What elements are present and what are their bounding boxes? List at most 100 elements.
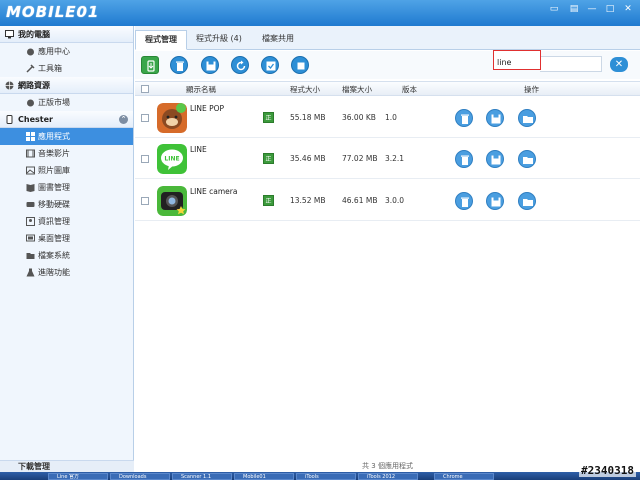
backup-button[interactable] [201,56,219,74]
search-input[interactable] [497,56,597,68]
menu-icon[interactable]: ▤ [566,2,582,16]
apple-icon [27,48,34,56]
sidebar-item-label: 正版市場 [38,98,70,107]
save-icon [206,61,216,71]
sidebar-item-info[interactable]: 資訊管理 [0,213,133,230]
maximize-button[interactable]: □ [602,2,618,16]
refresh-icon [236,60,246,71]
row-checkbox[interactable] [141,197,149,205]
version: 3.0.0 [385,196,405,205]
select-all-checkbox[interactable] [141,85,149,93]
feedback-icon[interactable]: ▭ [546,2,562,16]
film-icon [26,149,35,158]
delete-button[interactable] [170,56,188,74]
open-folder-button[interactable] [518,192,536,210]
title-bar: MOBILE01 ▭ ▤ — □ ✕ [0,0,640,26]
folder-icon [26,253,35,259]
row-checkbox[interactable] [141,114,149,122]
install-button[interactable] [141,56,159,74]
tab-file-sharing[interactable]: 檔案共用 [253,30,303,50]
svg-text:LINE: LINE [164,156,179,163]
collapse-icon[interactable]: ⌃ [119,115,128,124]
sidebar-item-music-video[interactable]: 音樂影片 [0,145,133,162]
minimize-button[interactable]: — [584,2,600,16]
taskbar-item[interactable]: iTools [296,473,356,480]
tab-app-upgrade[interactable]: 程式升級 (4) [187,30,251,50]
tab-bar: 程式管理 程式升級 (4) 檔案共用 [135,26,640,50]
sidebar-item-label: 應用程式 [38,132,70,141]
taskbar-item[interactable]: iTools 2012 [358,473,418,480]
app-size: 55.18 MB [290,113,326,122]
taskbar-item[interactable]: Mobile01 [234,473,294,480]
trash-icon [461,197,469,207]
sidebar-item-toolbox[interactable]: 工具箱 [0,60,133,77]
row-checkbox[interactable] [141,155,149,163]
sidebar-item-files[interactable]: 檔案系統 [0,247,133,264]
table-row[interactable]: LINE POP 正 55.18 MB 36.00 KB 1.0 [135,98,640,138]
sidebar-item-label: 應用中心 [38,47,70,56]
open-folder-button[interactable] [518,109,536,127]
app-name: LINE POP [190,104,225,113]
header-data-size[interactable]: 檔案大小 [342,84,372,95]
open-folder-button[interactable] [518,150,536,168]
sidebar-item-market[interactable]: 正版市場 [0,94,133,111]
tab-app-management[interactable]: 程式管理 [135,30,187,50]
sidebar: 我的電腦 應用中心 工具箱 網路資源 正版市場 Chester ⌃ 應用程式 音… [0,26,134,472]
taskbar-item[interactable]: Line 官方 [48,473,108,480]
header-version[interactable]: 版本 [402,84,417,95]
app-window: MOBILE01 ▭ ▤ — □ ✕ 我的電腦 應用中心 工具箱 網路資源 正版… [0,0,640,480]
drive-icon [26,202,35,207]
search-box[interactable] [493,50,597,70]
select-all-button[interactable] [261,56,279,74]
sidebar-item-apps[interactable]: 應用程式 [0,128,133,145]
trash-icon [461,155,469,165]
download-manager-label: 下載管理 [18,462,50,471]
group-my-computer[interactable]: 我的電腦 [0,26,133,43]
trash-icon [461,114,469,124]
sidebar-item-desktop[interactable]: 桌面管理 [0,230,133,247]
version: 1.0 [385,113,397,122]
sidebar-item-drive[interactable]: 移動硬碟 [0,196,133,213]
taskbar-item[interactable]: Scanner 1.1 [172,473,232,480]
app-name: LINE camera [190,187,238,196]
grid-icon [26,132,35,141]
status-text: 共 3 個應用程式 [362,462,413,470]
uninstall-button[interactable] [455,109,473,127]
sidebar-item-advanced[interactable]: 進階功能 [0,264,133,281]
clear-search-button[interactable]: ✕ [610,57,628,72]
backup-button[interactable] [486,150,504,168]
taskbar: Line 官方 Downloads Scanner 1.1 Mobile01 i… [0,472,640,480]
table-row[interactable]: LINE LINE 正 35.46 MB 77.02 MB 3.2.1 [135,139,640,179]
backup-button[interactable] [486,109,504,127]
uninstall-button[interactable] [455,192,473,210]
backup-button[interactable] [486,192,504,210]
header-name[interactable]: 顯示名稱 [186,84,216,95]
sidebar-item-label: 檔案系統 [38,251,70,260]
folder-icon [523,116,533,123]
table-row[interactable]: LINE camera 正 13.52 MB 46.61 MB 3.0.0 [135,181,640,221]
group-device[interactable]: Chester ⌃ [0,111,133,128]
group-network[interactable]: 網路資源 [0,77,133,94]
version: 3.2.1 [385,154,405,163]
data-size: 36.00 KB [342,113,376,122]
header-app-size[interactable]: 程式大小 [290,84,320,95]
sidebar-item-app-center[interactable]: 應用中心 [0,43,133,60]
sidebar-item-books[interactable]: 圖書管理 [0,179,133,196]
table-header: 顯示名稱 程式大小 檔案大小 版本 操作 [135,81,640,96]
line-camera-app-icon [157,186,187,216]
data-size: 46.61 MB [342,196,378,205]
phone-icon [6,115,13,124]
stop-button[interactable] [291,56,309,74]
photo-icon [26,166,35,175]
sidebar-item-label: 桌面管理 [38,234,70,243]
close-button[interactable]: ✕ [620,2,636,16]
book-icon [26,184,35,192]
folder-icon [523,199,533,206]
download-manager[interactable]: 下載管理 [0,460,134,472]
taskbar-item[interactable]: Chrome [434,473,494,480]
taskbar-item[interactable]: Downloads [110,473,170,480]
refresh-button[interactable] [231,56,249,74]
sidebar-item-label: 資訊管理 [38,217,70,226]
sidebar-item-photos[interactable]: 照片圖庫 [0,162,133,179]
uninstall-button[interactable] [455,150,473,168]
